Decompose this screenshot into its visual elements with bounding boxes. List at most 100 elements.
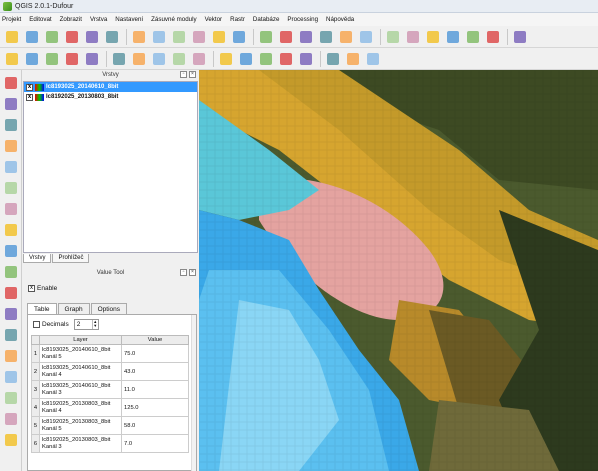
measure-button[interactable] (424, 28, 441, 45)
close-panel-button[interactable]: × (189, 269, 196, 276)
save-edits-button[interactable] (43, 50, 60, 67)
label-change-button[interactable] (344, 50, 361, 67)
map-canvas[interactable] (199, 70, 598, 471)
tab-browser[interactable]: Prohlížeč (52, 254, 90, 263)
label-button[interactable] (217, 50, 234, 67)
attribute-table-button[interactable] (444, 28, 461, 45)
add-wcs-layer-button[interactable] (2, 221, 19, 238)
deselect-button[interactable] (384, 28, 401, 45)
add-raster-layer-button[interactable] (2, 95, 19, 112)
float-panel-button[interactable]: ▫ (180, 71, 187, 78)
statistics-button[interactable] (464, 28, 481, 45)
add-delimited-text-button[interactable] (2, 263, 19, 280)
layer-item-2[interactable]: x lc8192025_20130803_8bit (24, 92, 197, 102)
band-name: Kanál 4 (42, 407, 62, 414)
toggle-editing-button[interactable] (23, 50, 40, 67)
label-highlight-button[interactable] (257, 50, 274, 67)
table-row[interactable]: 3 lc8193025_20140610_8bit Kanál 3 11.0 (31, 380, 189, 399)
pan-button[interactable] (130, 28, 147, 45)
zoom-out-button[interactable] (190, 28, 207, 45)
column-header-value[interactable]: Value (121, 335, 189, 345)
new-print-composer-button[interactable] (83, 28, 100, 45)
current-edits-button[interactable] (3, 50, 20, 67)
new-temporary-layer-button[interactable] (2, 326, 19, 343)
select-button[interactable] (357, 28, 374, 45)
add-gps-button[interactable] (2, 347, 19, 364)
node-tool-button[interactable] (110, 50, 127, 67)
zoom-to-layer-button[interactable] (230, 28, 247, 45)
add-mssql-layer-button[interactable] (2, 158, 19, 175)
add-wfs-layer-button[interactable] (2, 242, 19, 259)
layer-visibility-checkbox[interactable]: x (26, 93, 33, 101)
new-spatialite-button[interactable] (2, 305, 19, 322)
layer-item-1[interactable]: x lc8193025_20140610_8bit (24, 82, 197, 92)
copy-features-button[interactable] (170, 50, 187, 67)
menu-item-1[interactable]: Editovat (29, 16, 51, 23)
zoom-next-button[interactable] (297, 28, 314, 45)
add-feature-button[interactable] (63, 50, 80, 67)
spin-arrows-icon[interactable]: ▲ ▼ (91, 320, 98, 329)
menu-item-4[interactable]: Nastavení (115, 16, 143, 23)
decimals-checkbox[interactable] (33, 321, 40, 328)
field-calculator-button[interactable] (404, 28, 421, 45)
add-oracle-layer-button[interactable] (2, 179, 19, 196)
menu-item-7[interactable]: Rastr (230, 16, 245, 23)
column-header-layer[interactable]: Layer (39, 335, 122, 345)
zoom-full-button[interactable] (210, 28, 227, 45)
pan-to-selection-button[interactable] (150, 28, 167, 45)
delete-selected-button[interactable] (130, 50, 147, 67)
menu-item-9[interactable]: Processing (287, 16, 318, 23)
close-panel-button[interactable]: × (189, 71, 196, 78)
decimals-spinbox[interactable]: 2 ▲ ▼ (73, 319, 99, 330)
label-rotate-button[interactable] (324, 50, 341, 67)
zoom-last-button[interactable] (277, 28, 294, 45)
cut-features-button[interactable] (150, 50, 167, 67)
move-feature-button[interactable] (83, 50, 100, 67)
layer-visibility-checkbox[interactable]: x (26, 83, 33, 91)
menu-item-6[interactable]: Vektor (205, 16, 223, 23)
zoom-in-button[interactable] (170, 28, 187, 45)
menu-item-2[interactable]: Zobrazit (60, 16, 82, 23)
table-row[interactable]: 2 lc8193025_20140610_8bit Kanál 4 43.0 (31, 362, 189, 381)
new-shapefile-button[interactable] (2, 284, 19, 301)
add-wms-layer-button[interactable] (2, 200, 19, 217)
annotation-button[interactable] (484, 28, 501, 45)
table-row[interactable]: 1 lc8193025_20140610_8bit Kanál 5 75.0 (31, 344, 189, 363)
zoom-to-selection-button[interactable] (257, 28, 274, 45)
new-project-button[interactable] (3, 28, 20, 45)
menu-item-0[interactable]: Projekt (2, 16, 21, 23)
menu-item-5[interactable]: Zásuvné moduly (151, 16, 196, 23)
add-postgis-layer-button[interactable] (2, 116, 19, 133)
label-move-button[interactable] (297, 50, 314, 67)
gps-tools-button[interactable] (2, 389, 19, 406)
float-panel-button[interactable]: ▫ (180, 269, 187, 276)
save-project-button[interactable] (43, 28, 60, 45)
add-postgis-layer-icon (4, 118, 17, 131)
oracle-spatial-button[interactable] (2, 431, 19, 448)
pan-to-selection-icon (152, 30, 165, 43)
paste-features-button[interactable] (190, 50, 207, 67)
gps-tools-icon (4, 391, 17, 404)
vertical-scrollbar[interactable] (191, 315, 196, 471)
composer-manager-button[interactable] (103, 28, 120, 45)
digitize-button[interactable] (2, 410, 19, 427)
open-project-button[interactable] (23, 28, 40, 45)
tab-layers[interactable]: Vrstvy (23, 254, 52, 263)
menu-item-3[interactable]: Vrstva (90, 16, 107, 23)
refresh-button[interactable] (317, 28, 334, 45)
menu-item-10[interactable]: Nápověda (326, 16, 354, 23)
table-row[interactable]: 5 lc8192025_20130803_8bit Kanál 5 58.0 (31, 416, 189, 435)
save-as-button[interactable] (63, 28, 80, 45)
tip-button[interactable] (511, 28, 528, 45)
label-show-hide-button[interactable] (277, 50, 294, 67)
identify-button[interactable] (337, 28, 354, 45)
add-vector-layer-button[interactable] (2, 74, 19, 91)
table-row[interactable]: 4 lc8192025_20130803_8bit Kanál 4 125.0 (31, 398, 189, 417)
label-pin-button[interactable] (237, 50, 254, 67)
add-spatialite-layer-button[interactable] (2, 137, 19, 154)
menu-item-8[interactable]: Databáze (253, 16, 280, 23)
value-tool-button[interactable] (364, 50, 381, 67)
table-row[interactable]: 6 lc8192025_20130803_8bit Kanál 3 7.0 (31, 434, 189, 453)
remove-layer-button[interactable] (2, 368, 19, 385)
enable-checkbox[interactable]: x (28, 285, 35, 292)
